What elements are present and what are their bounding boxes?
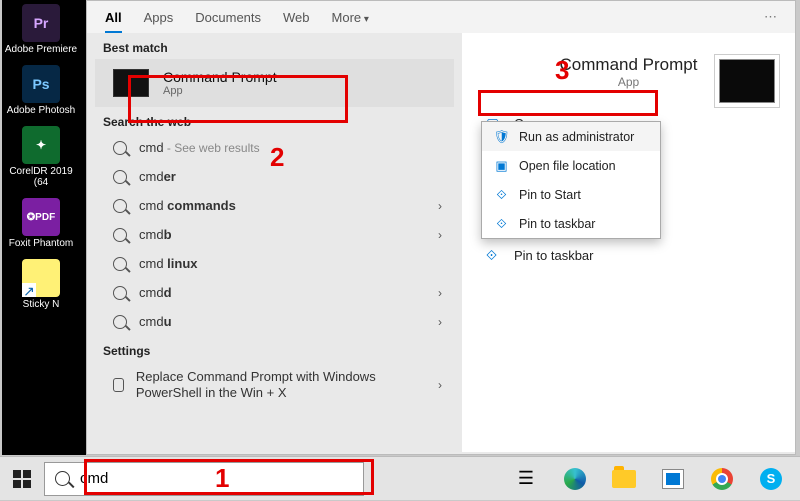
section-best-match: Best match xyxy=(87,33,462,59)
stickynote-icon xyxy=(22,259,60,297)
folder-icon: ▣ xyxy=(494,158,509,173)
context-menu: 🛡Run as administrator ▣Open file locatio… xyxy=(481,121,661,239)
search-icon xyxy=(113,286,127,300)
best-match-item[interactable]: Command Prompt App xyxy=(95,59,454,107)
taskbar-edge[interactable] xyxy=(552,457,598,501)
search-icon xyxy=(113,315,127,329)
search-tabs: All Apps Documents Web More ⋯ xyxy=(87,1,795,33)
search-right-details: 🛡Run as administrator ▣Open file locatio… xyxy=(462,33,795,452)
desktop-icon-premiere[interactable]: PrAdobe Premiere xyxy=(2,0,80,61)
pdf-icon: ✪PDF xyxy=(22,198,60,236)
taskbar-chrome[interactable] xyxy=(699,457,745,501)
ctx-pin-to-taskbar[interactable]: ⟐Pin to taskbar xyxy=(482,209,660,238)
desktop-icon-photoshop[interactable]: PsAdobe Photosh xyxy=(2,61,80,122)
annotation-number-3: 3 xyxy=(555,55,569,86)
web-result-cmdd[interactable]: cmdd› xyxy=(87,278,462,307)
feedback-ellipsis[interactable]: ⋯ xyxy=(764,9,777,33)
taskbar-explorer[interactable] xyxy=(601,457,647,501)
pin-icon: ⟐ xyxy=(494,216,509,231)
admin-icon: 🛡 xyxy=(494,129,509,144)
chevron-right-icon: › xyxy=(438,378,442,392)
tab-apps[interactable]: Apps xyxy=(144,10,174,33)
photoshop-icon: Ps xyxy=(22,65,60,103)
ctx-run-as-admin[interactable]: 🛡Run as administrator xyxy=(482,122,660,151)
desktop-icons: PrAdobe Premiere PsAdobe Photosh ✦CorelD… xyxy=(2,0,86,455)
search-icon xyxy=(55,471,70,486)
pin-icon: ⟐ xyxy=(486,247,502,264)
search-icon xyxy=(113,141,127,155)
tab-documents[interactable]: Documents xyxy=(195,10,261,33)
tab-more[interactable]: More xyxy=(332,10,369,33)
store-icon xyxy=(662,469,684,489)
ctx-pin-to-start[interactable]: ⟐Pin to Start xyxy=(482,180,660,209)
desktop-icon-foxit[interactable]: ✪PDFFoxit Phantom xyxy=(2,194,80,255)
chevron-right-icon: › xyxy=(438,199,442,213)
tab-web[interactable]: Web xyxy=(283,10,310,33)
taskbar-taskview[interactable]: ☰ xyxy=(503,457,549,501)
command-prompt-icon xyxy=(113,69,149,97)
search-icon xyxy=(113,170,127,184)
search-icon xyxy=(113,199,127,213)
annotation-number-2: 2 xyxy=(270,142,284,173)
web-result-cmdu[interactable]: cmdu› xyxy=(87,307,462,336)
premiere-icon: Pr xyxy=(22,4,60,42)
search-left-column: Best match Command Prompt App Search the… xyxy=(87,33,462,452)
best-match-subtitle: App xyxy=(163,85,277,97)
chevron-right-icon: › xyxy=(438,228,442,242)
web-result-cmd-commands[interactable]: cmd commands› xyxy=(87,191,462,220)
search-text: cmd xyxy=(80,470,108,487)
chevron-right-icon: › xyxy=(438,315,442,329)
gear-icon xyxy=(113,378,124,392)
coreldraw-icon: ✦ xyxy=(22,126,60,164)
web-result-cmd-linux[interactable]: cmd linux xyxy=(87,249,462,278)
section-settings: Settings xyxy=(87,336,462,362)
taskbar-skype[interactable]: S xyxy=(748,457,794,501)
taskbar: cmd ☰ S xyxy=(0,456,800,500)
taskbar-store[interactable] xyxy=(650,457,696,501)
search-icon xyxy=(113,228,127,242)
chevron-right-icon: › xyxy=(438,286,442,300)
taskbar-pinned-apps: ☰ S xyxy=(503,457,800,501)
folder-icon xyxy=(612,470,636,488)
details-subtitle: App xyxy=(462,75,795,89)
section-search-web: Search the web xyxy=(87,107,462,133)
annotation-number-1: 1 xyxy=(215,463,229,494)
details-title: Command Prompt xyxy=(462,55,795,75)
web-result-cmdb[interactable]: cmdb› xyxy=(87,220,462,249)
desktop-icon-stickynotes[interactable]: Sticky N xyxy=(2,255,80,316)
settings-replace-cmd[interactable]: Replace Command Prompt with Windows Powe… xyxy=(87,362,462,409)
ctx-open-file-location[interactable]: ▣Open file location xyxy=(482,151,660,180)
desktop-icon-coreldraw[interactable]: ✦CorelDR 2019 (64 xyxy=(2,122,80,194)
edge-icon xyxy=(564,468,586,490)
skype-icon: S xyxy=(760,468,782,490)
pin-icon: ⟐ xyxy=(494,187,509,202)
start-search-panel: All Apps Documents Web More ⋯ Best match… xyxy=(86,0,796,455)
action-pin-to-taskbar[interactable]: ⟐Pin to taskbar xyxy=(462,239,795,272)
chrome-icon xyxy=(711,468,733,490)
taskbar-search-input[interactable]: cmd xyxy=(44,462,364,496)
search-icon xyxy=(113,257,127,271)
tab-all[interactable]: All xyxy=(105,10,122,33)
windows-icon xyxy=(13,470,31,488)
start-button[interactable] xyxy=(0,457,44,501)
best-match-title: Command Prompt xyxy=(163,69,277,85)
